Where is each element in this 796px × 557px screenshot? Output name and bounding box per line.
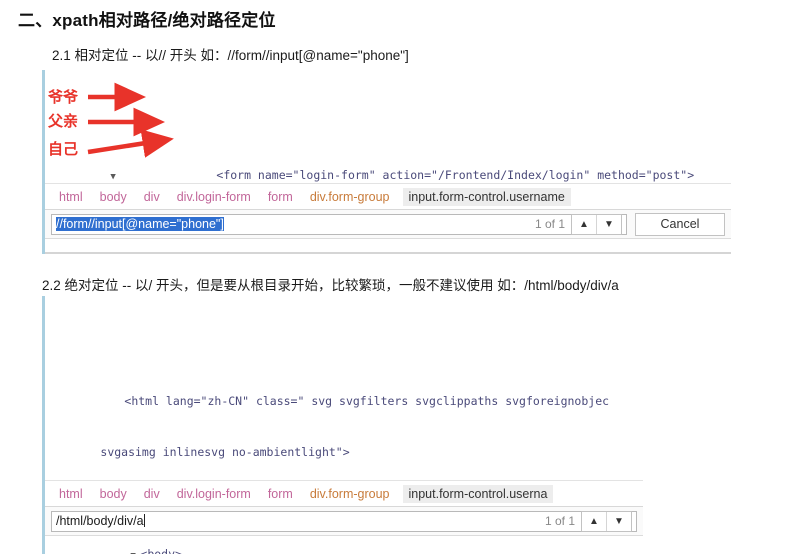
breadcrumb-2[interactable]: html body div div.login-form form div.fo… — [45, 480, 643, 507]
breadcrumb-item[interactable]: div.login-form — [177, 190, 251, 204]
breadcrumb-item-active[interactable]: input.form-control.userna — [402, 484, 554, 503]
annotation-self: 自己 — [48, 141, 79, 158]
find-bar-1: //form//input[@name="phone"] 1 of 1 ▲ ▼ … — [45, 210, 731, 239]
find-nav-buttons: ▲ ▼ — [581, 510, 632, 532]
breadcrumb-item-active[interactable]: input.form-control.username — [402, 187, 571, 206]
cancel-button[interactable]: Cancel — [635, 212, 725, 236]
find-input-text: //form//input[@name="phone"] — [56, 217, 224, 231]
find-match-count: 1 of 1 — [534, 217, 565, 231]
code-line-html-cont: svgasimg inlinesvg no-ambientlight"> — [100, 445, 350, 459]
annotation-grandfather: 爷爷 — [48, 89, 79, 106]
breadcrumb-item[interactable]: form — [268, 190, 293, 204]
section-2-2-heading: 2.2 绝对定位 -- 以/ 开头，但是要从根目录开始，比较繁琐，一般不建议使用… — [42, 278, 619, 293]
code-line-html[interactable]: <html lang="zh-CN" class=" svg svgfilter… — [45, 376, 643, 408]
annotation-arrows — [87, 82, 174, 158]
breadcrumb-item[interactable]: body — [100, 190, 127, 204]
breadcrumb-item[interactable]: div — [144, 190, 160, 204]
breadcrumb-item[interactable]: html — [59, 190, 83, 204]
code-line-input-selected[interactable]: <input type="text" name="phone" placehol… — [45, 252, 731, 254]
breadcrumb-item[interactable]: div — [144, 487, 160, 501]
breadcrumb-item[interactable]: form — [268, 487, 293, 501]
find-bar-2: /html/body/div/a 1 of 1 ▲ ▼ — [45, 507, 643, 536]
chevron-down-icon[interactable]: ▼ — [606, 511, 631, 531]
code-line: <!doctype html> — [45, 332, 643, 342]
breadcrumb-item[interactable]: div.form-group — [310, 487, 390, 501]
find-input-text: /html/body/div/a — [56, 514, 145, 528]
breadcrumb-item[interactable]: div.form-group — [310, 190, 390, 204]
find-input-1[interactable]: //form//input[@name="phone"] 1 of 1 ▲ ▼ — [51, 213, 627, 235]
find-nav-buttons: ▲ ▼ — [571, 213, 622, 235]
page-root: 二、xpath相对路径/绝对路径定位 2.1 相对定位 -- 以// 开头 如：… — [0, 0, 796, 557]
devtools-panel-absolute-xpath: <!doctype html> <html lang="zh-CN" class… — [42, 296, 643, 554]
chevron-up-icon[interactable]: ▲ — [582, 512, 606, 531]
chevron-down-icon[interactable]: ▼ — [596, 214, 621, 234]
twisty-icon[interactable]: ▼ — [130, 548, 138, 554]
breadcrumb-item[interactable]: html — [59, 487, 83, 501]
annotation-father: 父亲 — [48, 113, 79, 130]
find-input-2[interactable]: /html/body/div/a 1 of 1 ▲ ▼ — [51, 510, 637, 532]
chevron-up-icon[interactable]: ▲ — [572, 215, 596, 234]
section-2-1-heading: 2.1 相对定位 -- 以// 开头 如：//form//input[@name… — [52, 48, 409, 63]
breadcrumb-item[interactable]: div.login-form — [177, 487, 251, 501]
text-cursor — [143, 514, 145, 527]
page-title: 二、xpath相对路径/绝对路径定位 — [18, 11, 276, 30]
breadcrumb-item[interactable]: body — [100, 487, 127, 501]
find-match-count: 1 of 1 — [544, 514, 575, 528]
breadcrumb-1[interactable]: html body div div.login-form form div.fo… — [45, 183, 731, 210]
dom-code-view-2: <!doctype html> <html lang="zh-CN" class… — [45, 296, 643, 554]
